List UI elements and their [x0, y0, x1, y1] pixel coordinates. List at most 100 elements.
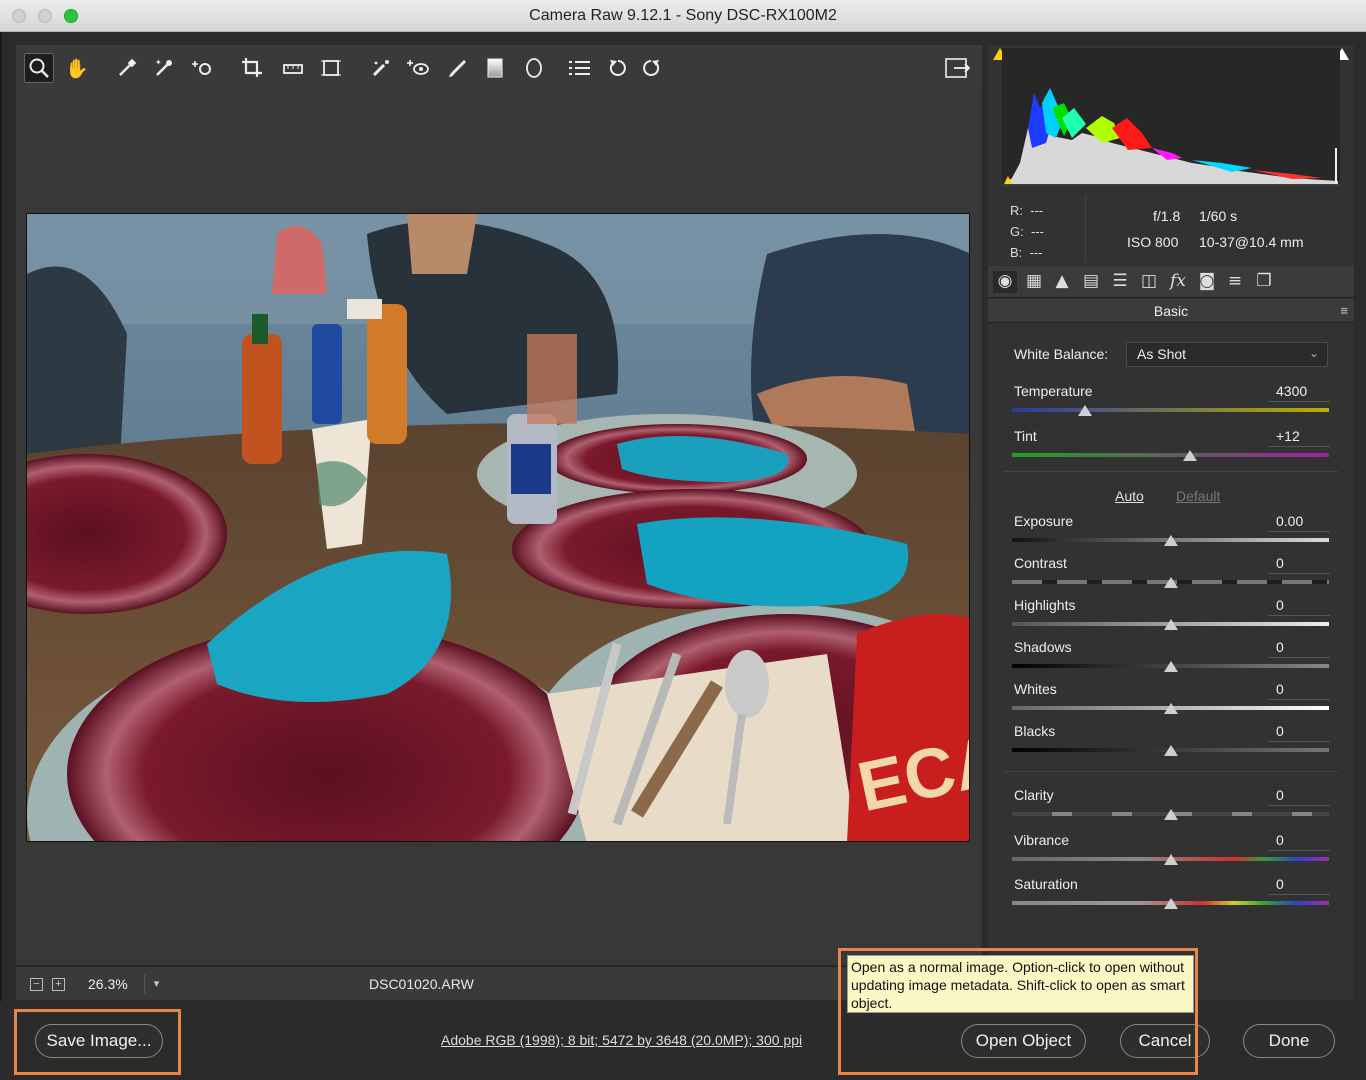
- transform-icon[interactable]: [316, 53, 346, 83]
- fullscreen-icon[interactable]: [942, 53, 972, 83]
- divider: [1004, 471, 1338, 472]
- zoom-out-button[interactable]: −: [30, 978, 43, 991]
- graduated-filter-icon[interactable]: [480, 53, 510, 83]
- slider-value-field[interactable]: 4300: [1268, 383, 1330, 402]
- slider-value-field[interactable]: 0: [1268, 723, 1330, 742]
- rotate-right-icon[interactable]: [636, 53, 666, 83]
- save-button-highlight: [14, 1009, 181, 1075]
- lens-value: 10-37@10.4 mm: [1199, 234, 1304, 250]
- red-eye-icon[interactable]: [403, 53, 433, 83]
- slider-label: Temperature: [1014, 383, 1093, 399]
- slider-value-field[interactable]: 0: [1268, 597, 1330, 616]
- spot-removal-icon[interactable]: [366, 53, 396, 83]
- slider-track[interactable]: [1012, 453, 1329, 457]
- panel-title: Basic: [1153, 303, 1189, 319]
- white-balance-label: White Balance:: [1014, 346, 1109, 362]
- slider-thumb[interactable]: [1163, 809, 1178, 820]
- zoom-icon[interactable]: [24, 53, 54, 83]
- slider-label: Blacks: [1014, 723, 1056, 739]
- slider-thumb[interactable]: [1163, 703, 1178, 714]
- g-value: ---: [1030, 224, 1044, 239]
- slider-value-field[interactable]: 0: [1268, 681, 1330, 700]
- slider-thumb[interactable]: [1163, 535, 1178, 546]
- white-balance-value: As Shot: [1137, 346, 1187, 362]
- camera-metadata: f/1.8 1/60 s ISO 800 10-37@10.4 mm: [1085, 196, 1345, 262]
- adjustment-brush-icon[interactable]: [443, 53, 473, 83]
- color-sampler-icon[interactable]: ✦: [149, 53, 179, 83]
- slider-label: Saturation: [1014, 876, 1078, 892]
- slider-value-field[interactable]: 0: [1268, 639, 1330, 658]
- b-label: B:: [1010, 245, 1023, 260]
- slider-thumb[interactable]: [1077, 405, 1092, 416]
- hand-icon[interactable]: ✋: [62, 53, 92, 83]
- zoom-level[interactable]: 26.3%: [88, 976, 128, 992]
- zoom-dropdown-chevron-icon[interactable]: ▾: [144, 974, 168, 994]
- crop-icon[interactable]: [237, 53, 267, 83]
- slider-value-field[interactable]: 0: [1268, 832, 1330, 851]
- targeted-adjustment-icon[interactable]: [189, 53, 219, 83]
- camera-calibration-tab-icon[interactable]: ◙: [1195, 271, 1219, 293]
- svg-text:✦: ✦: [155, 58, 162, 67]
- filename-label: DSC01020.ARW: [369, 976, 474, 992]
- slider-thumb[interactable]: [1163, 619, 1178, 630]
- slider-label: Contrast: [1014, 555, 1067, 571]
- auto-link[interactable]: Auto: [1115, 488, 1144, 504]
- slider-label: Tint: [1014, 428, 1037, 444]
- tone-curve-tab-icon[interactable]: ▦: [1022, 271, 1046, 293]
- open-object-highlight: [838, 948, 1198, 1075]
- slider-thumb[interactable]: [1163, 898, 1178, 909]
- rotate-left-icon[interactable]: [603, 53, 633, 83]
- slider-value-field[interactable]: 0: [1268, 787, 1330, 806]
- radial-filter-icon[interactable]: [519, 53, 549, 83]
- slider-value-field[interactable]: +12: [1268, 428, 1330, 447]
- straighten-icon[interactable]: [278, 53, 308, 83]
- panel-tabs: ◉ ▦ ▲ ▤ ☰ ◫ fx ◙ ≡ ❐: [988, 266, 1354, 298]
- r-value: ---: [1030, 203, 1044, 218]
- detail-tab-icon[interactable]: ▲: [1050, 271, 1074, 293]
- lens-corrections-tab-icon[interactable]: ◫: [1137, 271, 1161, 293]
- slider-label: Whites: [1014, 681, 1057, 697]
- iso-value: ISO 800: [1127, 234, 1179, 250]
- slider-thumb[interactable]: [1163, 745, 1178, 756]
- zoom-in-button[interactable]: +: [52, 978, 65, 991]
- panel-menu-icon[interactable]: ≡: [1340, 303, 1348, 318]
- hsl-tab-icon[interactable]: ▤: [1079, 271, 1103, 293]
- white-balance-select[interactable]: As Shot ⌄: [1126, 342, 1328, 367]
- white-balance-icon[interactable]: [112, 53, 142, 83]
- rgb-readout: R: --- G: --- B: ---: [1010, 200, 1044, 263]
- window-title: Camera Raw 9.12.1 - Sony DSC-RX100M2: [529, 7, 837, 24]
- slider-value-field[interactable]: 0: [1268, 876, 1330, 895]
- presets-tab-icon[interactable]: ≡: [1223, 271, 1247, 293]
- slider-label: Clarity: [1014, 787, 1054, 803]
- slider-thumb[interactable]: [1163, 577, 1178, 588]
- slider-label: Shadows: [1014, 639, 1072, 655]
- b-value: ---: [1029, 245, 1043, 260]
- panel-header: Basic ≡: [988, 299, 1354, 323]
- window-title-bar: Camera Raw 9.12.1 - Sony DSC-RX100M2: [0, 0, 1366, 32]
- effects-tab-icon[interactable]: fx: [1166, 271, 1190, 293]
- snapshots-tab-icon[interactable]: ❐: [1252, 271, 1276, 293]
- toolbar: ✋ ✦: [16, 45, 982, 91]
- photo-preview[interactable]: ECAT: [26, 213, 970, 842]
- r-label: R:: [1010, 203, 1023, 218]
- split-toning-tab-icon[interactable]: ☰: [1108, 271, 1132, 293]
- g-label: G:: [1010, 224, 1024, 239]
- histogram: [1002, 48, 1340, 186]
- slider-thumb[interactable]: [1163, 661, 1178, 672]
- chevron-down-icon: ⌄: [1308, 346, 1319, 360]
- slider-value-field[interactable]: 0: [1268, 555, 1330, 574]
- preferences-icon[interactable]: [565, 53, 595, 83]
- slider-label: Exposure: [1014, 513, 1074, 529]
- workflow-options-link[interactable]: Adobe RGB (1998); 8 bit; 5472 by 3648 (2…: [441, 1032, 839, 1048]
- slider-track[interactable]: [1012, 408, 1329, 412]
- slider-label: Highlights: [1014, 597, 1076, 613]
- default-link[interactable]: Default: [1176, 488, 1220, 504]
- done-button[interactable]: Done: [1243, 1024, 1335, 1058]
- slider-thumb[interactable]: [1163, 854, 1178, 865]
- slider-thumb[interactable]: [1182, 450, 1197, 461]
- slider-label: Vibrance: [1014, 832, 1070, 848]
- basic-tab-icon[interactable]: ◉: [993, 271, 1017, 293]
- divider: [1004, 771, 1338, 772]
- aperture-value: f/1.8: [1153, 208, 1181, 224]
- slider-value-field[interactable]: 0.00: [1268, 513, 1330, 532]
